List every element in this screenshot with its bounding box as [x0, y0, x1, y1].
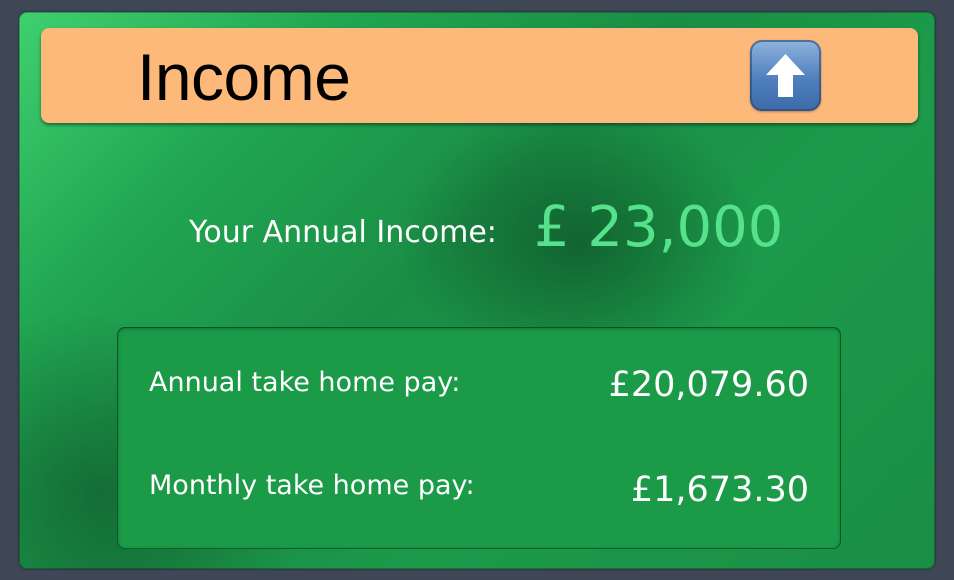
- monthly-take-home-value: £1,673.30: [630, 470, 809, 510]
- annual-take-home-label: Annual take home pay:: [149, 367, 461, 398]
- annual-income-label: Your Annual Income:: [189, 215, 497, 250]
- header-title: Income: [137, 40, 351, 114]
- income-header: Income: [41, 28, 918, 123]
- collapse-button[interactable]: [750, 40, 821, 111]
- annual-income-row: Your Annual Income: £ 23,000: [189, 195, 789, 265]
- take-home-pay-panel: Annual take home pay: £20,079.60 Monthly…: [117, 327, 841, 549]
- up-arrow-icon: [766, 54, 805, 97]
- window-background: Income Your Annual Income: £ 23,000 Annu…: [0, 0, 954, 580]
- annual-take-home-value: £20,079.60: [608, 365, 809, 405]
- monthly-take-home-label: Monthly take home pay:: [149, 470, 475, 501]
- income-card: Income Your Annual Income: £ 23,000 Annu…: [19, 12, 935, 569]
- annual-income-value: £ 23,000: [534, 195, 784, 260]
